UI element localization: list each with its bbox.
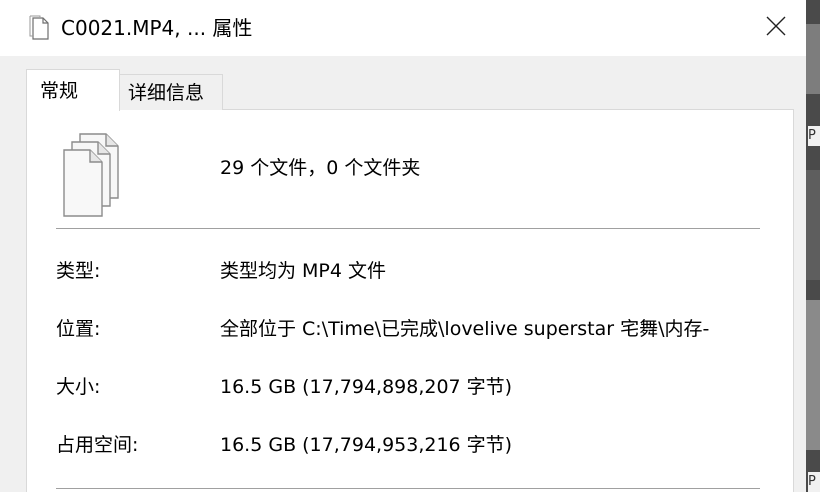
tab-general-label: 常规 <box>40 80 79 102</box>
location-label: 位置: <box>56 318 101 340</box>
background-label: P <box>808 126 820 146</box>
background-label: P <box>808 472 820 492</box>
tab-general[interactable]: 常规 <box>26 69 120 111</box>
size-on-disk-value[interactable]: 16.5 GB (17,794,953,216 字节) <box>220 431 762 459</box>
type-value[interactable]: 类型均为 MP4 文件 <box>220 257 762 285</box>
background-thumbnail <box>806 300 820 450</box>
tab-details-label: 详细信息 <box>128 82 205 104</box>
background-thumbnail <box>806 24 820 94</box>
divider <box>56 488 760 489</box>
window-title: C0021.MP4, ... 属性 <box>61 16 253 40</box>
location-value[interactable]: 全部位于 C:\Time\已完成\lovelive superstar 宅舞\内… <box>220 315 762 343</box>
title-bar[interactable]: C0021.MP4, ... 属性 <box>0 0 806 56</box>
size-on-disk-label: 占用空间: <box>56 434 139 456</box>
properties-dialog: C0021.MP4, ... 属性 常规 详细信息 29 个文件，0 个文件夹 … <box>0 0 806 492</box>
document-icon <box>28 15 50 41</box>
close-button[interactable] <box>752 6 800 50</box>
type-label: 类型: <box>56 260 101 282</box>
divider <box>56 228 760 229</box>
multiple-files-icon <box>62 132 124 218</box>
selection-summary: 29 个文件，0 个文件夹 <box>220 157 421 179</box>
background-thumbnail <box>806 170 820 280</box>
tab-details[interactable]: 详细信息 <box>119 74 223 110</box>
close-icon <box>766 16 786 40</box>
size-label: 大小: <box>56 376 101 398</box>
size-value[interactable]: 16.5 GB (17,794,898,207 字节) <box>220 373 762 401</box>
